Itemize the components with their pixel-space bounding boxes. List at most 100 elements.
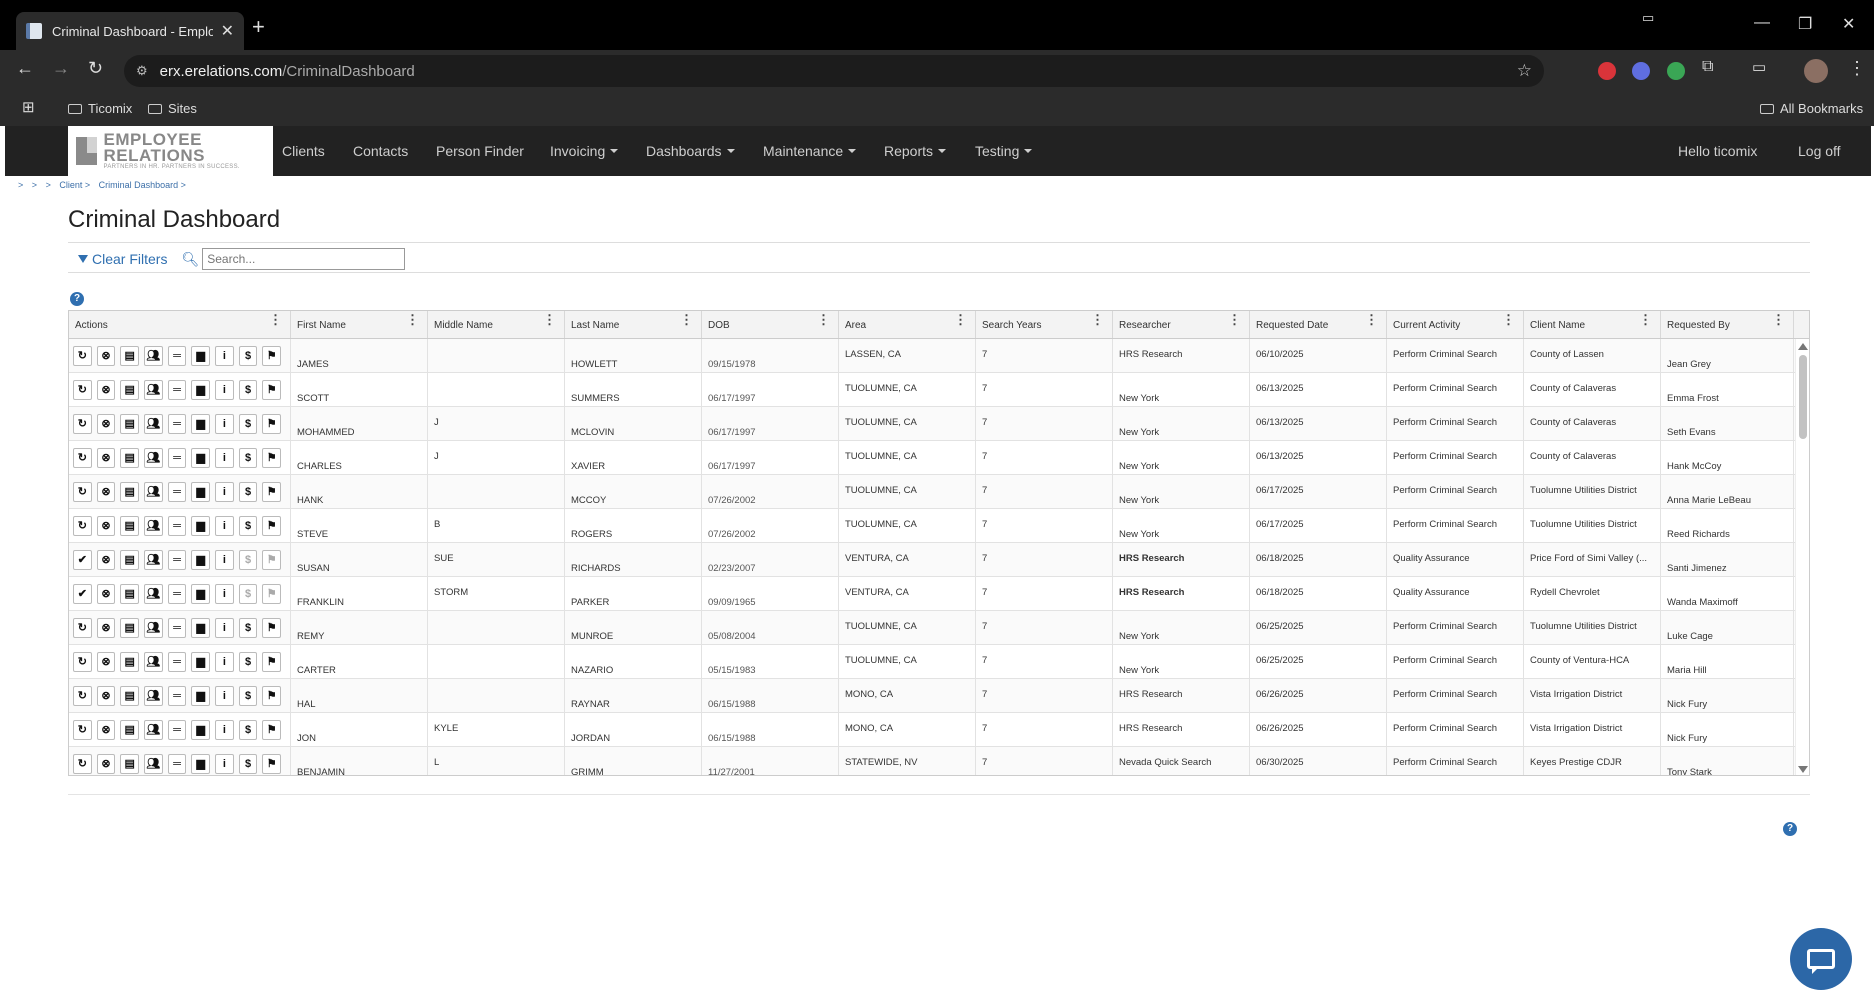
scroll-up-icon[interactable] bbox=[1798, 343, 1808, 350]
notes-icon[interactable]: ▤ bbox=[120, 719, 140, 740]
dollar-icon[interactable]: $ bbox=[238, 719, 258, 740]
browser-menu-icon[interactable]: ⋮ bbox=[1848, 58, 1866, 79]
notes-icon[interactable]: ▤ bbox=[120, 481, 140, 502]
flag-icon[interactable]: ⚑ bbox=[262, 379, 282, 400]
document-icon[interactable]: ▆ bbox=[191, 583, 211, 604]
profile-avatar[interactable] bbox=[1804, 59, 1828, 83]
dollar-icon[interactable]: $ bbox=[238, 685, 258, 706]
refresh-icon[interactable]: ↻ bbox=[73, 379, 92, 400]
info-icon[interactable]: i bbox=[215, 413, 234, 434]
column-header[interactable]: Area ⋮ bbox=[839, 311, 976, 338]
column-menu-icon[interactable]: ⋮ bbox=[1772, 313, 1785, 326]
notes-icon[interactable]: ▤ bbox=[120, 685, 140, 706]
browser-tab[interactable]: Criminal Dashboard - Employee ✕ bbox=[16, 12, 244, 50]
scroll-thumb[interactable] bbox=[1799, 355, 1807, 439]
notes-icon[interactable]: ▤ bbox=[120, 549, 140, 570]
document-icon[interactable]: ▆ bbox=[191, 379, 211, 400]
equals-icon[interactable]: ═ bbox=[167, 651, 187, 672]
bookmark-star-icon[interactable]: ☆ bbox=[1517, 61, 1532, 81]
column-menu-icon[interactable]: ⋮ bbox=[1091, 313, 1104, 326]
new-tab-icon[interactable]: + bbox=[252, 14, 265, 40]
equals-icon[interactable]: ═ bbox=[167, 345, 187, 366]
column-menu-icon[interactable]: ⋮ bbox=[954, 313, 967, 326]
notes-icon[interactable]: ▤ bbox=[120, 583, 140, 604]
equals-icon[interactable]: ═ bbox=[167, 447, 187, 468]
column-menu-icon[interactable]: ⋮ bbox=[406, 313, 419, 326]
info-icon[interactable]: i bbox=[215, 447, 234, 468]
minimize-icon[interactable]: — bbox=[1754, 14, 1770, 32]
help-icon[interactable]: ? bbox=[1783, 822, 1797, 836]
all-bookmarks[interactable]: All Bookmarks bbox=[1760, 101, 1863, 116]
people-icon[interactable]: 👥︎ bbox=[144, 753, 163, 774]
column-menu-icon[interactable]: ⋮ bbox=[680, 313, 693, 326]
nav-testing[interactable]: Testing bbox=[975, 143, 1033, 159]
breadcrumb-item[interactable]: > bbox=[32, 180, 37, 190]
address-bar[interactable]: ⚙ erx.erelations.com /CriminalDashboard … bbox=[124, 55, 1544, 87]
info-icon[interactable]: i bbox=[215, 515, 234, 536]
equals-icon[interactable]: ═ bbox=[167, 753, 187, 774]
cancel-icon[interactable]: ⊗ bbox=[96, 515, 116, 536]
refresh-icon[interactable]: ↻ bbox=[73, 447, 92, 468]
table-row[interactable]: ↻ ⊗ ▤ 👥︎ ═ ▆ i $ ⚑ HANK MCCOY 07/26/2002 TUOLUMNE, C… bbox=[69, 475, 1809, 509]
info-icon[interactable]: i bbox=[215, 685, 234, 706]
cancel-icon[interactable]: ⊗ bbox=[96, 345, 116, 366]
info-icon[interactable]: i bbox=[215, 617, 234, 638]
document-icon[interactable]: ▆ bbox=[191, 719, 211, 740]
extension-blue-icon[interactable] bbox=[1632, 62, 1650, 80]
close-window-icon[interactable]: ✕ bbox=[1842, 14, 1855, 34]
column-header[interactable]: Last Name ⋮ bbox=[565, 311, 702, 338]
flag-icon[interactable]: ⚑ bbox=[262, 583, 282, 604]
help-icon[interactable]: ? bbox=[70, 292, 84, 306]
refresh-icon[interactable]: ↻ bbox=[73, 413, 92, 434]
scroll-down-icon[interactable] bbox=[1798, 766, 1808, 773]
refresh-icon[interactable]: ↻ bbox=[73, 617, 92, 638]
document-icon[interactable]: ▆ bbox=[191, 481, 211, 502]
table-row[interactable]: ↻ ⊗ ▤ 👥︎ ═ ▆ i $ ⚑ JON KYLE JORDAN 06/15/1988 MONO, C… bbox=[69, 713, 1809, 747]
column-header[interactable]: Requested By ⋮ bbox=[1661, 311, 1794, 338]
nav-hello-user[interactable]: Hello ticomix bbox=[1678, 143, 1757, 159]
info-icon[interactable]: i bbox=[215, 481, 234, 502]
apps-grid-icon[interactable]: ⊞ bbox=[22, 98, 35, 116]
table-row[interactable]: ↻ ⊗ ▤ 👥︎ ═ ▆ i $ ⚑ CHARLES J XAVIER 06/17/1997 TUOLUM… bbox=[69, 441, 1809, 475]
column-menu-icon[interactable]: ⋮ bbox=[269, 313, 282, 326]
flag-icon[interactable]: ⚑ bbox=[262, 515, 282, 536]
nav-reports[interactable]: Reports bbox=[884, 143, 947, 159]
people-icon[interactable]: 👥︎ bbox=[144, 583, 163, 604]
equals-icon[interactable]: ═ bbox=[167, 685, 187, 706]
nav-contacts[interactable]: Contacts bbox=[353, 143, 408, 159]
extensions-puzzle-icon[interactable]: ⧉ bbox=[1702, 58, 1713, 76]
extension-red-icon[interactable] bbox=[1598, 62, 1616, 80]
table-row[interactable]: ↻ ⊗ ▤ 👥︎ ═ ▆ i $ ⚑ REMY MUNROE 05/08/2004 TUOLUMNE, … bbox=[69, 611, 1809, 645]
column-menu-icon[interactable]: ⋮ bbox=[1365, 313, 1378, 326]
notes-icon[interactable]: ▤ bbox=[120, 413, 140, 434]
column-header[interactable]: DOB ⋮ bbox=[702, 311, 839, 338]
table-row[interactable]: ↻ ⊗ ▤ 👥︎ ═ ▆ i $ ⚑ CARTER NAZARIO 05/15/1983 TUOLUMN… bbox=[69, 645, 1809, 679]
grid-scrollbar[interactable] bbox=[1795, 339, 1809, 775]
cancel-icon[interactable]: ⊗ bbox=[96, 583, 116, 604]
info-icon[interactable]: i bbox=[215, 651, 234, 672]
info-icon[interactable]: i bbox=[215, 753, 234, 774]
breadcrumb-item[interactable]: > bbox=[18, 180, 23, 190]
column-menu-icon[interactable]: ⋮ bbox=[1639, 313, 1652, 326]
dollar-icon[interactable]: $ bbox=[238, 379, 258, 400]
notes-icon[interactable]: ▤ bbox=[120, 515, 140, 536]
document-icon[interactable]: ▆ bbox=[191, 617, 211, 638]
table-row[interactable]: ↻ ⊗ ▤ 👥︎ ═ ▆ i $ ⚑ SCOTT SUMMERS 06/17/1997 TUOLUMNE… bbox=[69, 373, 1809, 407]
equals-icon[interactable]: ═ bbox=[167, 481, 187, 502]
dollar-icon[interactable]: $ bbox=[238, 583, 258, 604]
cancel-icon[interactable]: ⊗ bbox=[96, 379, 116, 400]
bookmark-ticomix[interactable]: Ticomix bbox=[68, 101, 132, 116]
nav-dashboards[interactable]: Dashboards bbox=[646, 143, 735, 159]
tab-close-icon[interactable]: ✕ bbox=[221, 21, 234, 41]
column-header[interactable]: Middle Name ⋮ bbox=[428, 311, 565, 338]
cancel-icon[interactable]: ⊗ bbox=[96, 447, 116, 468]
nav-clients[interactable]: Clients bbox=[282, 143, 325, 159]
back-icon[interactable]: ← bbox=[16, 58, 34, 79]
dollar-icon[interactable]: $ bbox=[238, 651, 258, 672]
notes-icon[interactable]: ▤ bbox=[120, 651, 140, 672]
flag-icon[interactable]: ⚑ bbox=[262, 651, 282, 672]
table-row[interactable]: ✔ ⊗ ▤ 👥︎ ═ ▆ i $ ⚑ SUSAN SUE RICHARDS 02/23/2007 VENT… bbox=[69, 543, 1809, 577]
flag-icon[interactable]: ⚑ bbox=[262, 685, 282, 706]
refresh-icon[interactable]: ↻ bbox=[73, 651, 92, 672]
equals-icon[interactable]: ═ bbox=[167, 549, 187, 570]
